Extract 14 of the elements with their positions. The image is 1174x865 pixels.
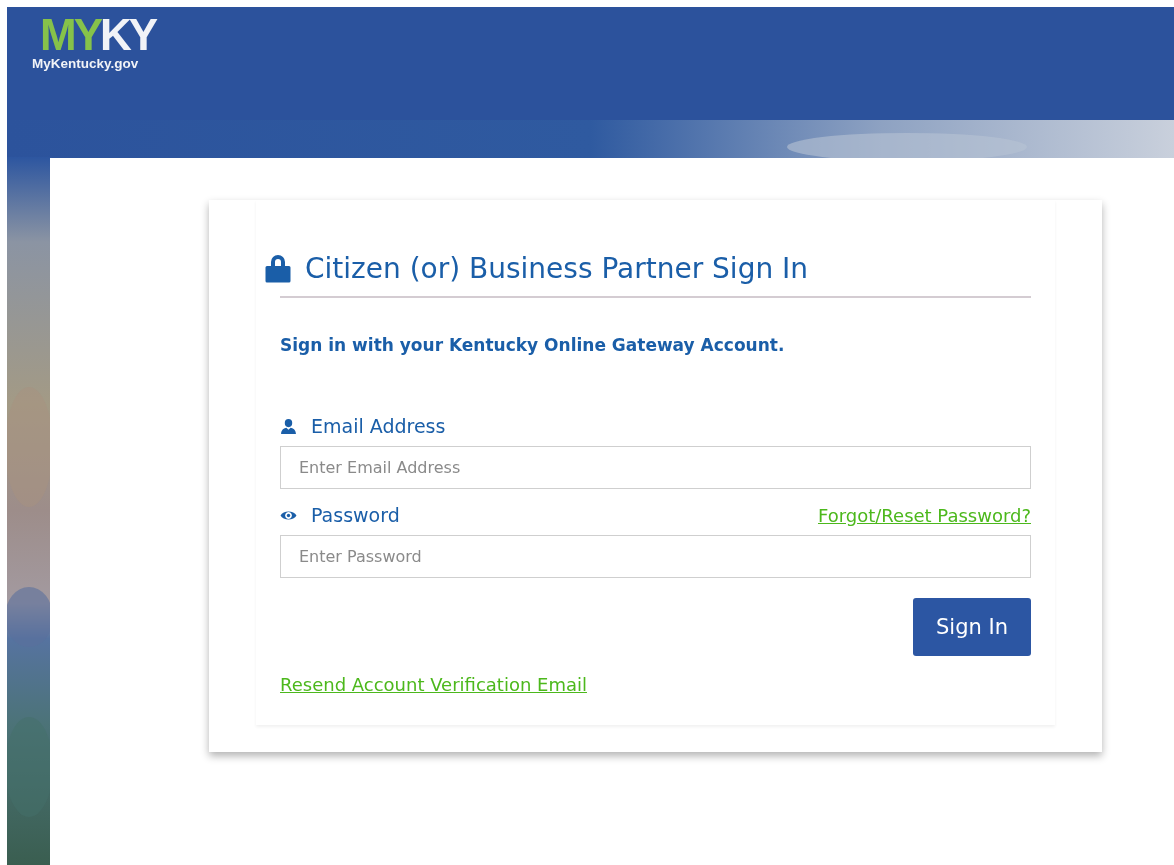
logo-text: KY [100,17,156,53]
field-label: Email Address [311,415,446,437]
sign-in-button[interactable]: Sign In [913,598,1031,656]
form-title: Citizen (or) Business Partner Sign In [305,251,809,285]
user-icon [280,417,297,435]
lock-icon [263,253,293,283]
forgot-password-link[interactable]: Forgot/Reset Password? [818,504,1031,526]
resend-verification-link[interactable]: Resend Account Verification Email [280,674,587,695]
logo-text: MY [40,17,100,53]
field-label: Password [311,504,400,526]
input-field[interactable]: Enter Password [280,535,1031,578]
intro-text: Sign in with your Kentucky Online Gateway Account. [280,334,786,357]
input-field[interactable]: Enter Email Address [280,446,1031,489]
logo-subtitle: MyKentucky.gov [32,56,139,71]
